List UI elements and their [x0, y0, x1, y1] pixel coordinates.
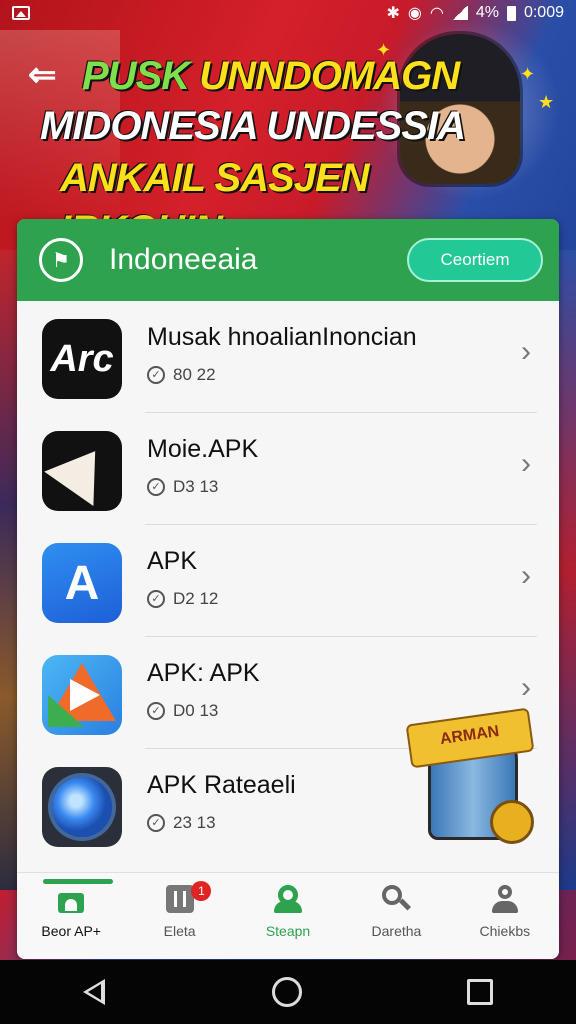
system-navigation-bar: [0, 960, 576, 1024]
app-title: APK: [147, 547, 198, 575]
app-meta: ✓ D0 13: [147, 701, 218, 721]
tab-chiekbs[interactable]: Chiekbs: [451, 873, 559, 959]
a-letter-icon: A: [42, 543, 122, 623]
banner-line-1: PUSK UNNDOMAGN: [82, 54, 460, 98]
sparkle-icon: ★: [538, 92, 555, 112]
notification-badge: 1: [191, 881, 212, 901]
app-meta: ✓ 80 22: [147, 365, 216, 385]
tab-label: Steapn: [265, 923, 311, 939]
active-indicator: [43, 879, 113, 884]
tab-label: Eleta: [163, 923, 196, 939]
nav-recents-icon[interactable]: [467, 979, 494, 1005]
app-meta: ✓ D3 13: [147, 477, 218, 497]
tab-daretha[interactable]: Daretha: [342, 873, 450, 959]
nav-back-icon[interactable]: [82, 979, 107, 1005]
flag-logo-icon: ⚑: [39, 238, 83, 282]
list-item[interactable]: Arc Musak hnoalianInoncian ✓ 80 22 ›: [17, 301, 559, 413]
user-icon: [491, 885, 519, 913]
nfc-icon: ◉: [407, 5, 422, 22]
status-bar: ✱ ◉ ◠ 4% 0:009: [0, 0, 576, 26]
image-icon: [12, 6, 30, 20]
search-icon: [382, 885, 410, 913]
tab-label: Daretha: [371, 923, 422, 939]
app-meta: ✓ 23 13: [147, 813, 216, 833]
check-circle-icon: ✓: [147, 814, 165, 832]
app-title: Musak hnoalianInoncian: [147, 323, 417, 351]
check-circle-icon: ✓: [147, 702, 165, 720]
battery-icon: [506, 5, 516, 21]
app-meta: ✓ D2 12: [147, 589, 218, 609]
battery-level: 4%: [475, 4, 499, 21]
bluetooth-icon: ✱: [386, 5, 400, 22]
header-action-button[interactable]: Ceortiem: [407, 238, 543, 282]
tab-label: Chiekbs: [479, 923, 531, 939]
orb-icon: [42, 767, 122, 847]
bottom-tab-bar: Beor AP+ 1 Eleta Steapn Daretha Chiekbs: [17, 872, 559, 959]
nav-home-icon[interactable]: [271, 977, 302, 1007]
apk-logo-icon: Arc: [42, 319, 122, 399]
signal-icon: [451, 6, 468, 20]
paper-plane-icon: [42, 655, 122, 735]
wifi-icon: ◠: [429, 5, 444, 22]
home-icon: [56, 885, 86, 913]
tab-eleta[interactable]: 1 Eleta: [125, 873, 233, 959]
app-title: APK: APK: [147, 659, 260, 687]
chevron-right-icon[interactable]: ›: [521, 337, 531, 367]
tab-label: Beor AP+: [41, 923, 101, 939]
card-header: ⚑ Indoneeaia Ceortiem: [17, 219, 559, 301]
chevron-right-icon[interactable]: ›: [521, 561, 531, 591]
check-circle-icon: ✓: [147, 366, 165, 384]
list-item[interactable]: Moie.APK ✓ D3 13 ›: [17, 413, 559, 525]
tab-home[interactable]: Beor AP+: [17, 873, 125, 959]
check-circle-icon: ✓: [147, 478, 165, 496]
back-arrow-icon[interactable]: ⇐: [28, 58, 68, 92]
card-title: Indoneeaia: [109, 243, 258, 276]
app-title: Moie.APK: [147, 435, 259, 463]
people-icon: [272, 885, 304, 913]
app-title: APK Rateaeli: [147, 771, 296, 799]
list-item[interactable]: A APK ✓ D2 12 ›: [17, 525, 559, 637]
tab-steapn[interactable]: Steapn: [234, 873, 342, 959]
clock: 0:009: [523, 4, 564, 21]
mascot-illustration: ARMAN: [398, 690, 538, 860]
pen-nib-icon: [42, 431, 122, 511]
check-circle-icon: ✓: [147, 590, 165, 608]
background-decor-right: [556, 250, 576, 890]
coin-icon: [490, 800, 534, 844]
chevron-right-icon[interactable]: ›: [521, 449, 531, 479]
box-icon: [165, 885, 194, 913]
banner-line-2: MIDONESIA UNDESSIA: [40, 104, 466, 148]
